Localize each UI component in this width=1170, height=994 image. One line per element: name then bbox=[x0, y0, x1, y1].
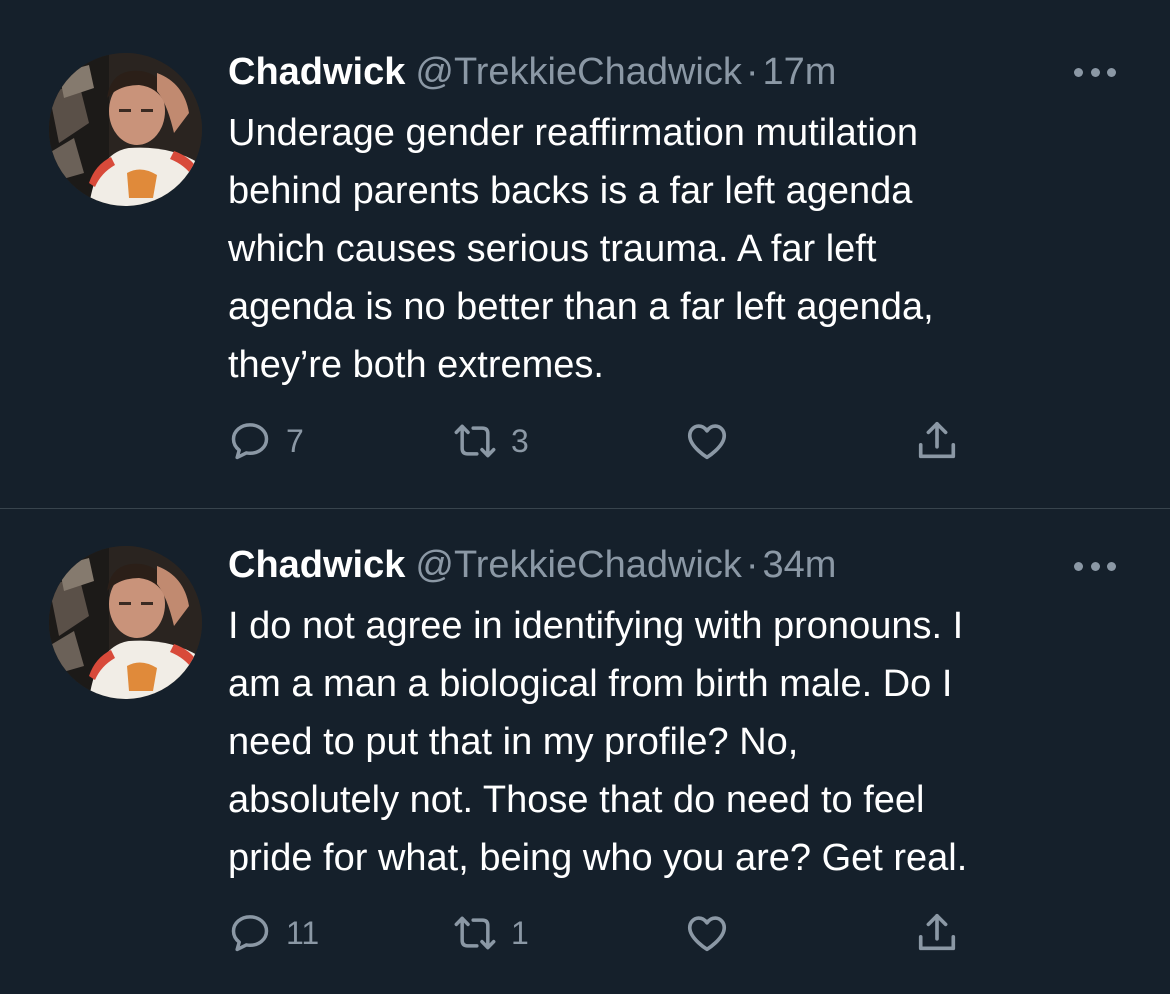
share-button[interactable] bbox=[914, 908, 960, 958]
profile-photo bbox=[49, 53, 202, 206]
profile-photo bbox=[49, 546, 202, 699]
tweet-actions: 7 3 bbox=[228, 416, 988, 466]
tweet-text-line: they’re both extremes. bbox=[228, 344, 604, 386]
retweet-icon bbox=[454, 916, 496, 950]
heart-icon bbox=[687, 916, 727, 952]
tweet-text-line: absolutely not. Those that do need to fe… bbox=[228, 779, 925, 821]
author-handle[interactable]: @TrekkieChadwick bbox=[415, 51, 741, 93]
more-dot bbox=[1107, 67, 1116, 77]
share-button[interactable] bbox=[914, 416, 960, 466]
reply-count: 11 bbox=[286, 915, 320, 951]
retweet-button[interactable]: 1 bbox=[453, 908, 529, 958]
tweet-text-line: Underage gender reaffirmation mutilation bbox=[228, 112, 919, 154]
like-button[interactable] bbox=[684, 908, 744, 958]
tweet-text-line: am a man a biological from birth male. D… bbox=[228, 663, 953, 705]
reply-icon bbox=[231, 915, 269, 952]
tweet-header: Chadwick @TrekkieChadwick · 17m bbox=[228, 47, 836, 97]
avatar[interactable] bbox=[49, 546, 202, 699]
more-dot bbox=[1074, 561, 1083, 571]
tweet-text-line: I do not agree in identifying with prono… bbox=[228, 605, 964, 647]
reply-icon bbox=[231, 423, 269, 460]
timestamp[interactable]: 34m bbox=[763, 544, 837, 586]
reply-count: 7 bbox=[286, 423, 304, 459]
tweet-text-line: which causes serious trauma. A far left bbox=[228, 228, 877, 270]
share-icon bbox=[918, 913, 956, 951]
more-dot bbox=[1090, 561, 1100, 571]
more-options-icon[interactable] bbox=[1068, 551, 1122, 581]
reply-button[interactable]: 11 bbox=[228, 908, 319, 958]
tweet-text-line: pride for what, being who you are? Get r… bbox=[228, 837, 968, 879]
more-dot bbox=[1107, 561, 1116, 571]
more-options-icon[interactable] bbox=[1068, 57, 1122, 87]
tweet-text-line: behind parents backs is a far left agend… bbox=[228, 170, 913, 212]
retweet-count: 1 bbox=[511, 915, 529, 951]
more-dot bbox=[1074, 67, 1083, 77]
tweet-text: I do not agree in identifying with prono… bbox=[228, 597, 1128, 887]
author-name[interactable]: Chadwick bbox=[228, 51, 405, 93]
reply-button[interactable]: 7 bbox=[228, 416, 304, 466]
like-button[interactable] bbox=[684, 416, 744, 466]
tweet-text-line: need to put that in my profile? No, bbox=[228, 721, 799, 763]
timestamp[interactable]: 17m bbox=[763, 51, 837, 93]
tweet[interactable]: Chadwick @TrekkieChadwick · 34m I do not ag… bbox=[0, 509, 1170, 994]
share-icon bbox=[918, 421, 956, 459]
tweet-actions: 11 1 bbox=[228, 908, 988, 958]
heart-icon bbox=[687, 424, 727, 460]
avatar[interactable] bbox=[49, 53, 202, 206]
tweet-text: Underage gender reaffirmation mutilation… bbox=[228, 104, 1128, 394]
tweet-text-line: agenda is no better than a far left agen… bbox=[228, 286, 934, 328]
tweet-header: Chadwick @TrekkieChadwick · 34m bbox=[228, 540, 836, 590]
author-name[interactable]: Chadwick bbox=[228, 544, 405, 586]
author-handle[interactable]: @TrekkieChadwick bbox=[415, 544, 741, 586]
tweet[interactable]: Chadwick @TrekkieChadwick · 17m Underage ge… bbox=[0, 0, 1170, 508]
retweet-icon bbox=[454, 424, 496, 458]
separator-dot: · bbox=[745, 544, 759, 586]
retweet-button[interactable]: 3 bbox=[453, 416, 529, 466]
retweet-count: 3 bbox=[511, 423, 529, 459]
more-dot bbox=[1090, 67, 1100, 77]
separator-dot: · bbox=[745, 51, 759, 93]
